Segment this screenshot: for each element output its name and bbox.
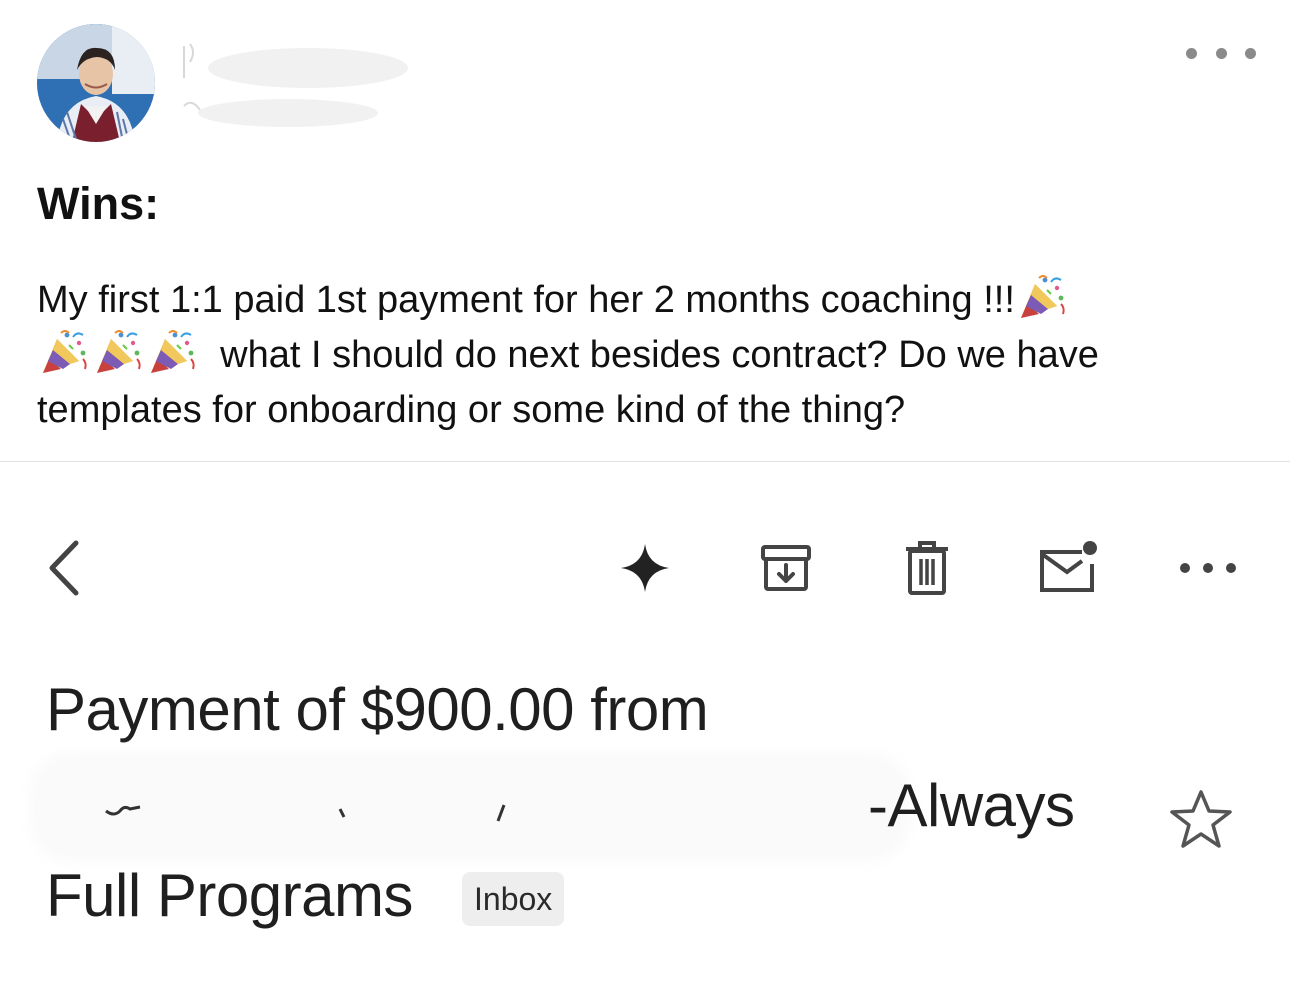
email-subject-line-2: -Always (868, 772, 1075, 839)
email-subject-line-3: Full Programs (46, 862, 413, 929)
redaction-marks (105, 804, 506, 822)
star-outline-icon[interactable] (1168, 788, 1234, 850)
back-button[interactable] (38, 538, 90, 598)
party-popper-icon (150, 330, 195, 374)
divider (0, 461, 1290, 462)
avatar[interactable] (37, 24, 155, 142)
party-popper-icon (96, 330, 141, 374)
post-body-line-2: what I should do next besides contract? … (220, 334, 1099, 376)
trash-icon (906, 541, 948, 595)
archive-button[interactable] (757, 538, 815, 598)
mark-unread-button[interactable] (1036, 538, 1100, 598)
email-subject-line-1: Payment of $900.00 from (46, 676, 709, 743)
ai-sparkle-button[interactable] (615, 538, 675, 598)
party-popper-icon (1019, 275, 1065, 319)
author-name-redacted (183, 43, 408, 127)
post-body: My first 1:1 paid 1st payment for her 2 … (37, 273, 1252, 438)
post-body-line-1: My first 1:1 paid 1st payment for her 2 … (37, 279, 1015, 321)
delete-button[interactable] (898, 538, 956, 598)
archive-icon (761, 545, 811, 591)
mark-unread-icon (1040, 541, 1097, 592)
sparkle-icon (621, 544, 669, 592)
party-popper-icon (42, 330, 87, 374)
email-more-icon[interactable] (1180, 538, 1236, 598)
chevron-left-icon (49, 540, 79, 596)
post-title: Wins: (37, 178, 160, 229)
inbox-label-badge[interactable]: Inbox (462, 872, 565, 926)
post-more-icon[interactable] (1186, 40, 1256, 66)
post-body-line-3: templates for onboarding or some kind of… (37, 389, 906, 431)
